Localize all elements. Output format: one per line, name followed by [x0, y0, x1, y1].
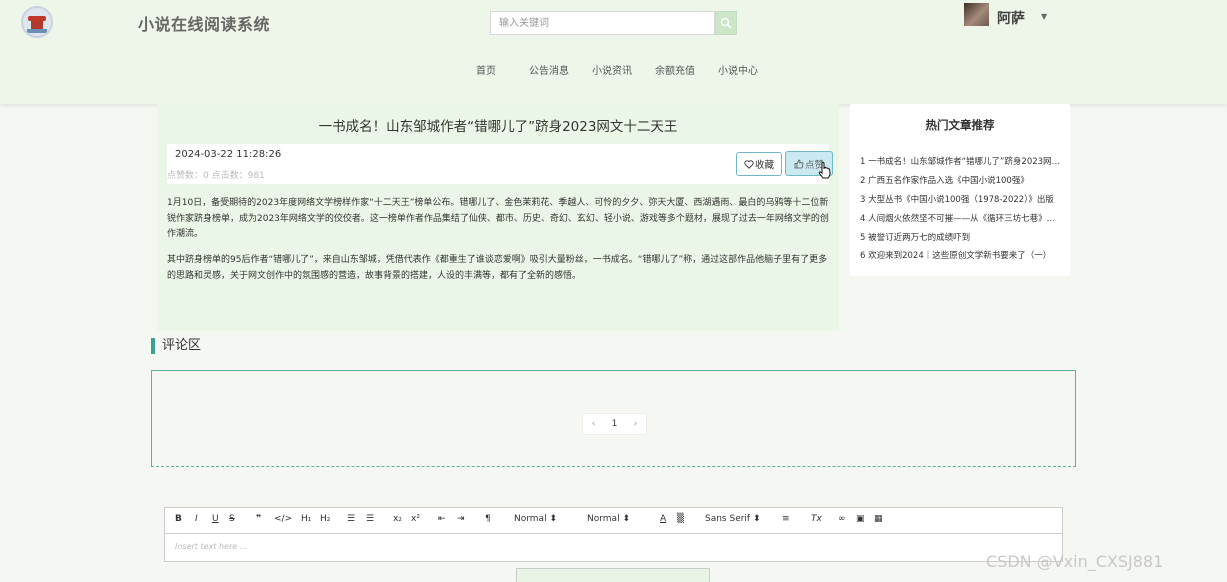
align-icon[interactable]: ≡: [782, 514, 790, 524]
size-select[interactable]: Normal ⬍: [587, 514, 630, 524]
article-paragraph: 1月10日，备受期待的2023年度网络文学榜样作家“十二天王”榜单公布。错哪儿了…: [167, 198, 829, 239]
site-title: 小说在线阅读系统: [138, 15, 271, 34]
pagination: ‹ 1 ›: [582, 413, 647, 435]
bold-icon[interactable]: B: [175, 514, 182, 524]
nav-recharge[interactable]: 余额充值: [655, 62, 695, 77]
avatar[interactable]: [964, 3, 989, 26]
hot-article-item[interactable]: 4 人间烟火依然坚不可摧——从《循环三坊七巷》谈起: [860, 212, 1062, 224]
comment-editor[interactable]: Insert text here ...: [164, 534, 1063, 562]
search-input[interactable]: [490, 11, 715, 35]
code-block-icon[interactable]: </>: [274, 514, 292, 524]
clear-format-icon[interactable]: Tx: [811, 514, 822, 524]
comment-list: ‹ 1 ›: [151, 370, 1076, 467]
hot-articles-title: 热门文章推荐: [925, 118, 995, 132]
nav-home[interactable]: 首页: [476, 62, 496, 77]
ordered-list-icon[interactable]: ☰: [347, 514, 355, 524]
search-button[interactable]: [715, 11, 737, 35]
image-icon[interactable]: ▣: [856, 514, 865, 524]
article-date: 2024-03-22 11:28:26: [175, 149, 282, 160]
header-1-icon[interactable]: H₁: [301, 514, 311, 524]
editor-placeholder: Insert text here ...: [175, 542, 248, 551]
article-stats: 点赞数：0 点击数：981: [167, 171, 265, 181]
user-name[interactable]: 阿萨: [997, 8, 1025, 28]
caret-down-icon[interactable]: ▼: [1041, 12, 1047, 21]
underline-icon[interactable]: U: [212, 514, 219, 524]
background-color-icon[interactable]: ▒: [677, 514, 684, 524]
text-direction-icon[interactable]: ¶: [485, 514, 491, 524]
submit-comment-button[interactable]: [516, 568, 710, 582]
main-nav: 首页 公告消息 小说资讯 余额充值 小说中心: [0, 62, 1227, 77]
article-paragraph: 其中跻身榜单的95后作者“错哪儿了”，来自山东邹城，凭借代表作《都重生了谁谈恋爱…: [167, 255, 828, 281]
blockquote-icon[interactable]: ❞: [256, 514, 261, 524]
italic-icon[interactable]: I: [195, 514, 198, 524]
article-meta: 2024-03-22 11:28:26 点赞数：0 点击数：981 收藏 点赞: [167, 144, 833, 184]
hot-article-item[interactable]: 1 一书成名！山东邹城作者“错哪儿了”跻身2023网文十二天王: [860, 155, 1062, 167]
header-2-icon[interactable]: H₂: [320, 514, 330, 524]
watermark: CSDN @Vxin_CXSJ881: [986, 552, 1164, 571]
hot-article-item[interactable]: 3 大型丛书《中国小说100强（1978-2022）》出版: [860, 193, 1062, 205]
article-card: 一书成名！山东邹城作者“错哪儿了”跻身2023网文十二天王 2024-03-22…: [157, 104, 839, 331]
prev-page-button[interactable]: ‹: [583, 414, 604, 434]
font-select[interactable]: Sans Serif ⬍: [705, 514, 761, 524]
article-title: 一书成名！山东邹城作者“错哪儿了”跻身2023网文十二天王: [318, 119, 678, 135]
video-icon[interactable]: ▦: [874, 514, 883, 524]
site-logo[interactable]: [21, 6, 53, 38]
next-page-button[interactable]: ›: [625, 414, 646, 434]
comment-section-title: 评论区: [151, 338, 201, 354]
hot-articles-panel: 热门文章推荐 1 一书成名！山东邹城作者“错哪儿了”跻身2023网文十二天王 2…: [850, 104, 1070, 276]
header-select[interactable]: Normal ⬍: [514, 514, 557, 524]
text-color-icon[interactable]: A: [660, 514, 666, 524]
thumbs-up-icon: [794, 159, 804, 168]
hot-article-item[interactable]: 2 广西五名作家作品入选《中国小说100强》: [860, 174, 1062, 186]
search-icon: [720, 17, 732, 29]
editor-toolbar: B I U S ❞ </> H₁ H₂ ☰ ☰ x₂ x² ⇤ ⇥ ¶ Norm…: [164, 507, 1063, 534]
link-icon[interactable]: ∞: [838, 514, 846, 524]
strike-icon[interactable]: S: [229, 514, 235, 524]
page-number-current[interactable]: 1: [604, 414, 625, 434]
superscript-icon[interactable]: x²: [411, 514, 420, 524]
nav-novel-center[interactable]: 小说中心: [718, 62, 758, 77]
hot-article-item[interactable]: 5 被誉订近两万七的成绩吓到: [860, 231, 1062, 243]
nav-novel-news[interactable]: 小说资讯: [592, 62, 632, 77]
favorite-label: 收藏: [754, 160, 774, 171]
subscript-icon[interactable]: x₂: [393, 514, 402, 524]
outdent-icon[interactable]: ⇤: [438, 514, 446, 524]
favorite-button[interactable]: 收藏: [736, 152, 782, 176]
indent-icon[interactable]: ⇥: [457, 514, 465, 524]
top-header: 小说在线阅读系统 阿萨 ▼ 首页 公告消息 小说资讯 余额充值 小说中心: [0, 0, 1227, 104]
hand-cursor-icon: [818, 162, 831, 179]
nav-announcements[interactable]: 公告消息: [529, 62, 569, 77]
heart-icon: [744, 159, 754, 169]
bullet-list-icon[interactable]: ☰: [366, 514, 374, 524]
hot-article-item[interactable]: 6 欢迎来到2024｜这些原创文学新书要来了（一）: [860, 249, 1062, 261]
